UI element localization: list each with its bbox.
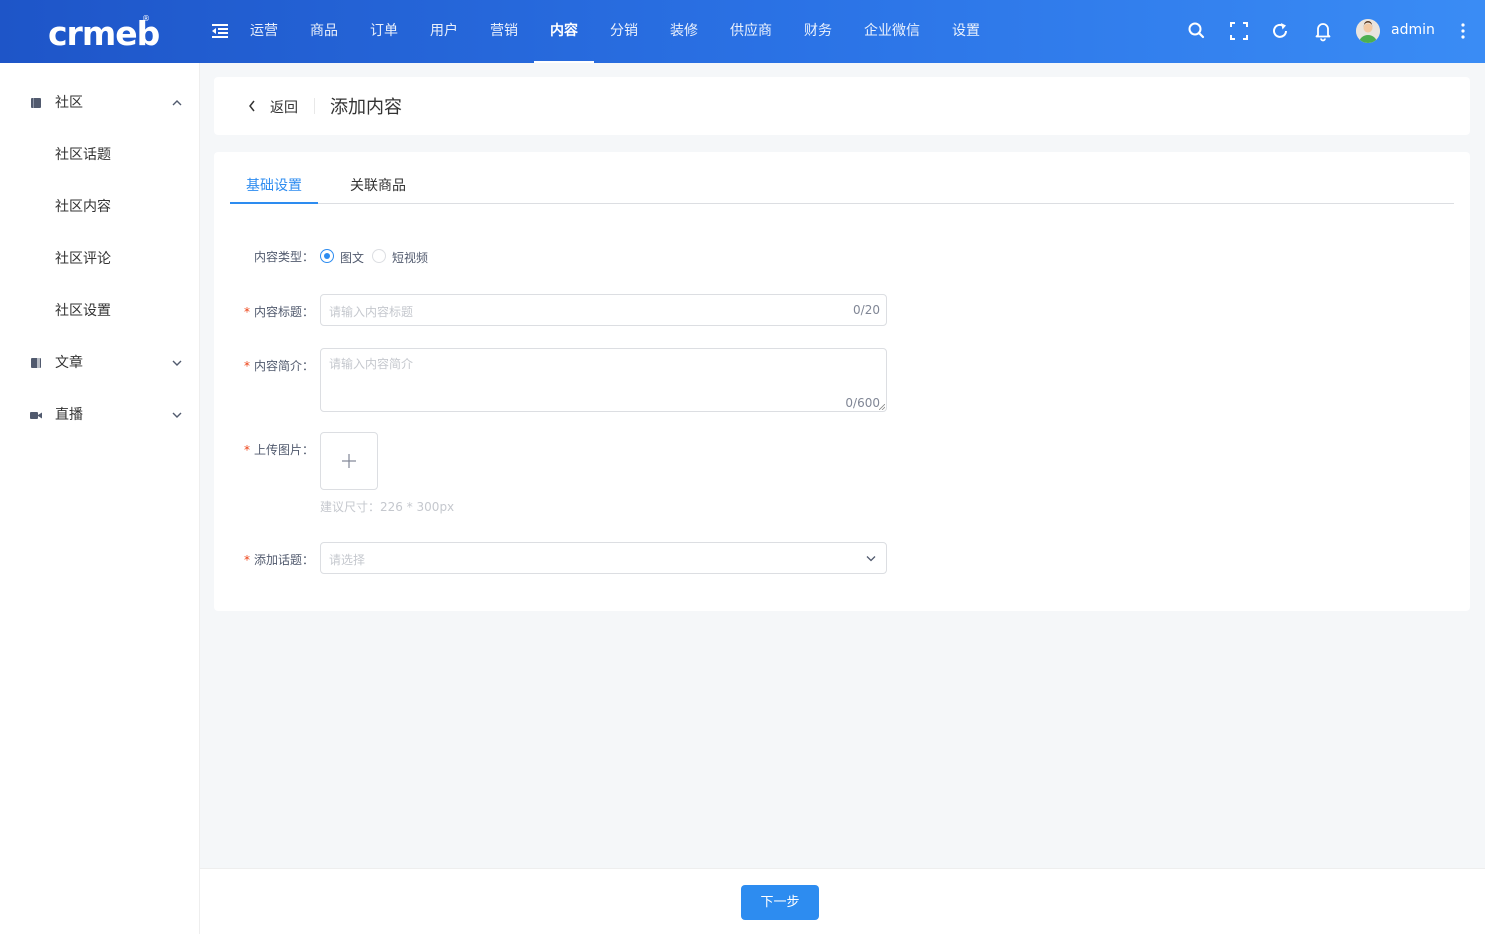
sidebar-item-community-comments[interactable]: 社区评论	[0, 233, 199, 285]
sidebar-group-label: 社区	[55, 95, 83, 111]
menu-collapse-icon[interactable]	[212, 24, 228, 38]
sidebar-group-label: 直播	[55, 407, 83, 423]
page-header-card: 返回 添加内容	[214, 77, 1470, 135]
radio-short-video[interactable]	[372, 249, 386, 263]
topic-select-placeholder: 请选择	[329, 553, 366, 567]
nav-item-operations[interactable]: 运营	[234, 0, 294, 63]
form-card: 基础设置 关联商品 内容类型： 图文 短视频 * 内容标题： 请输入内容标题 0/…	[214, 152, 1470, 611]
nav-item-decoration[interactable]: 装修	[654, 0, 714, 63]
search-icon[interactable]	[1187, 20, 1207, 42]
content-summary-counter: 0/600	[845, 396, 880, 410]
required-mark: *	[243, 553, 250, 567]
content-type-label: 内容类型：	[214, 248, 314, 265]
image-label-text: 上传图片：	[253, 443, 314, 457]
chevron-left-icon[interactable]	[248, 99, 256, 113]
topic-select[interactable]: 请选择	[320, 542, 887, 574]
nav-item-products[interactable]: 商品	[294, 0, 354, 63]
sidebar-group-article[interactable]: 文章	[0, 337, 199, 389]
radio-image-text[interactable]	[320, 249, 334, 263]
divider	[314, 98, 315, 114]
content-summary-placeholder: 请输入内容简介	[329, 357, 414, 371]
sidebar-group-community[interactable]: 社区	[0, 77, 199, 129]
top-nav: 运营 商品 订单 用户 营销 内容 分销 装修 供应商 财务 企业微信 设置	[234, 0, 996, 63]
page-title: 添加内容	[330, 97, 402, 118]
book-icon	[31, 98, 41, 108]
required-mark: *	[243, 443, 250, 457]
top-header: crmeb ® 运营 商品 订单 用户 营销 内容 分销 装修 供应商 财务 企…	[0, 0, 1485, 63]
nav-item-marketing[interactable]: 营销	[474, 0, 534, 63]
back-link[interactable]: 返回	[270, 97, 298, 117]
tab-basic-settings[interactable]: 基础设置	[230, 170, 318, 204]
bell-icon[interactable]	[1313, 20, 1333, 42]
nav-item-wecom[interactable]: 企业微信	[848, 0, 936, 63]
username[interactable]: admin	[1391, 22, 1435, 38]
chevron-down-icon	[172, 412, 182, 418]
topic-label: * 添加话题：	[214, 551, 314, 568]
image-upload-button[interactable]	[320, 432, 378, 490]
title-label-text: 内容标题：	[253, 305, 314, 319]
nav-item-finance[interactable]: 财务	[788, 0, 848, 63]
chevron-down-icon	[172, 360, 182, 366]
sidebar-item-community-settings[interactable]: 社区设置	[0, 285, 199, 337]
next-step-button[interactable]: 下一步	[741, 885, 819, 920]
tab-related-products[interactable]: 关联商品	[334, 170, 422, 204]
resize-handle-icon[interactable]	[879, 404, 885, 410]
nav-item-orders[interactable]: 订单	[354, 0, 414, 63]
logo[interactable]: crmeb ®	[48, 14, 160, 54]
nav-item-users[interactable]: 用户	[414, 0, 474, 63]
plus-icon	[342, 454, 356, 468]
sidebar-group-live[interactable]: 直播	[0, 389, 199, 441]
sidebar-group-label: 文章	[55, 355, 83, 371]
nav-item-supplier[interactable]: 供应商	[714, 0, 788, 63]
user-avatar-icon	[1356, 19, 1380, 43]
sidebar-item-community-topics[interactable]: 社区话题	[0, 129, 199, 181]
article-icon	[31, 358, 41, 368]
radio-label-short-video[interactable]: 短视频	[392, 249, 428, 266]
logo-registered-mark: ®	[142, 14, 150, 23]
sidebar-item-community-content[interactable]: 社区内容	[0, 181, 199, 233]
required-mark: *	[243, 305, 250, 319]
required-mark: *	[243, 359, 250, 373]
topic-label-text: 添加话题：	[253, 553, 314, 567]
content-title-input[interactable]: 请输入内容标题 0/20	[320, 294, 887, 326]
refresh-icon[interactable]	[1270, 20, 1290, 42]
video-camera-icon	[30, 412, 42, 419]
fullscreen-icon[interactable]	[1229, 20, 1249, 42]
summary-label: * 内容简介：	[214, 357, 314, 374]
content-title-counter: 0/20	[853, 303, 880, 317]
footer-bar: 下一步	[200, 868, 1485, 934]
content-summary-textarea[interactable]: 请输入内容简介 0/600	[320, 348, 887, 412]
title-label: * 内容标题：	[214, 303, 314, 320]
avatar[interactable]	[1356, 19, 1380, 43]
more-vertical-icon[interactable]	[1458, 22, 1468, 40]
content-type-label-text: 内容类型：	[253, 250, 314, 264]
nav-item-distribution[interactable]: 分销	[594, 0, 654, 63]
chevron-up-icon	[172, 100, 182, 106]
image-size-hint: 建议尺寸：226 * 300px	[320, 500, 455, 514]
radio-label-image-text[interactable]: 图文	[340, 249, 364, 266]
content-title-placeholder: 请输入内容标题	[329, 305, 414, 319]
chevron-down-icon	[866, 556, 876, 562]
nav-item-settings[interactable]: 设置	[936, 0, 996, 63]
tab-bar: 基础设置 关联商品	[230, 170, 1454, 204]
summary-label-text: 内容简介：	[253, 359, 314, 373]
nav-item-content[interactable]: 内容	[534, 0, 594, 63]
sidebar: 社区 社区话题 社区内容 社区评论 社区设置 文章 直播	[0, 63, 200, 934]
image-label: * 上传图片：	[214, 441, 314, 458]
